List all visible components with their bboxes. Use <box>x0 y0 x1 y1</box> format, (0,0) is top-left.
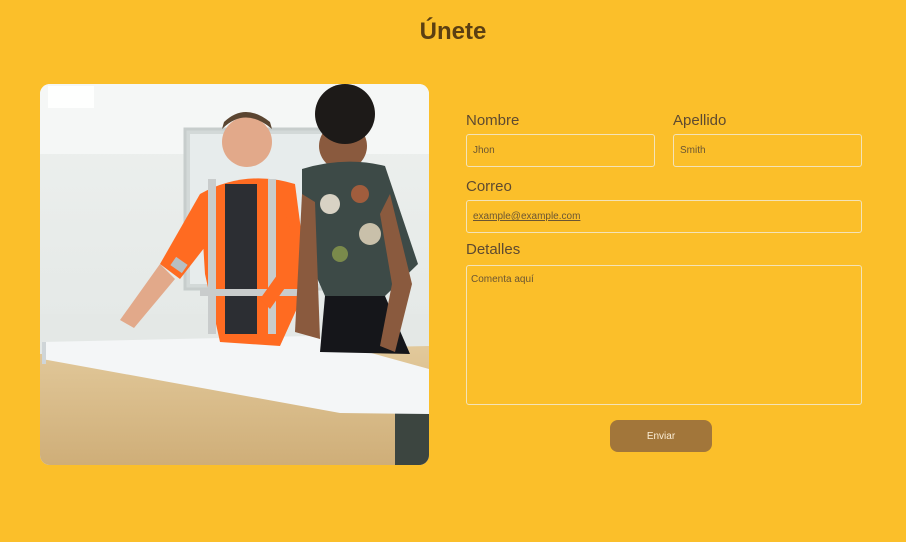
first-name-input[interactable] <box>466 134 655 167</box>
last-name-label: Apellido <box>673 112 727 129</box>
email-label: Correo <box>466 178 512 195</box>
email-input[interactable] <box>466 200 862 233</box>
details-textarea[interactable] <box>466 265 862 405</box>
last-name-input[interactable] <box>673 134 862 167</box>
submit-button[interactable]: Enviar <box>610 420 712 452</box>
hero-photo <box>40 84 429 465</box>
first-name-label: Nombre <box>466 112 520 129</box>
details-label: Detalles <box>466 241 521 258</box>
page-title: Únete <box>419 18 487 45</box>
